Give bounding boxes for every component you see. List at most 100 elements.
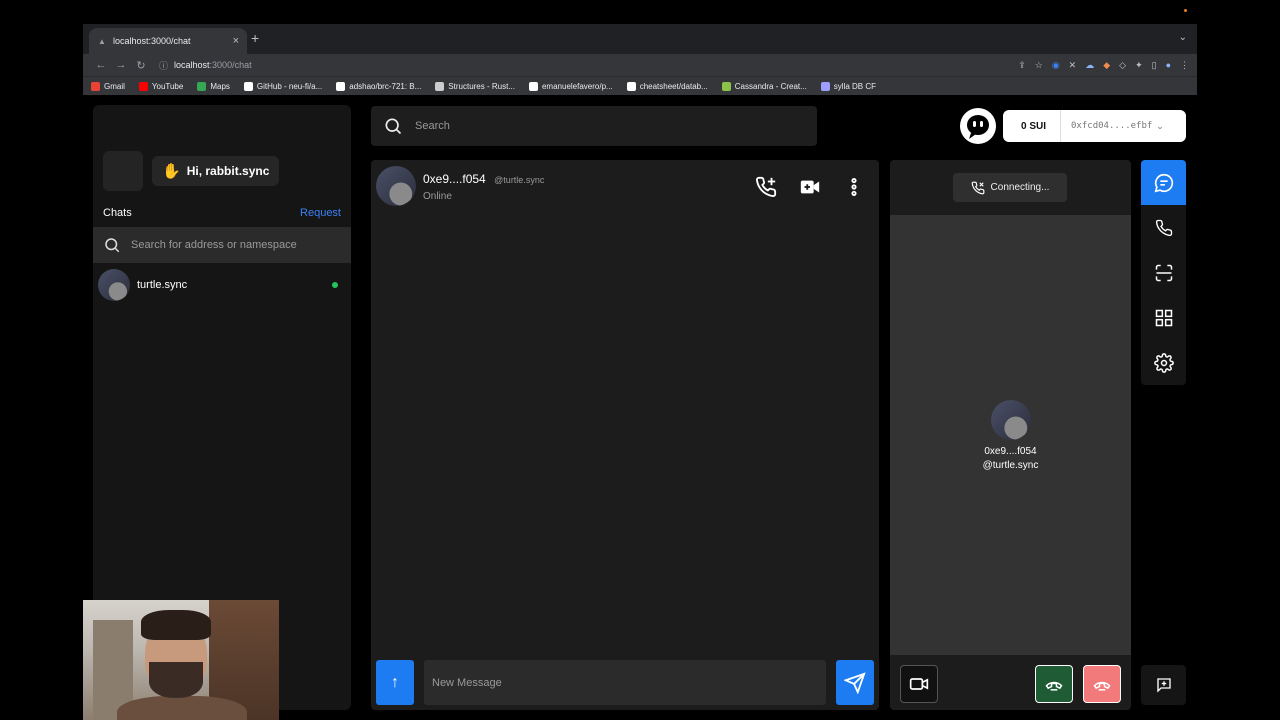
call-status-badge: Connecting... xyxy=(953,173,1067,202)
toggle-video-button[interactable] xyxy=(900,665,938,703)
callee-avatar xyxy=(990,400,1031,440)
webcam-person xyxy=(149,662,203,698)
bookmark-icon xyxy=(528,81,538,91)
contact-item[interactable]: turtle.sync xyxy=(98,269,344,301)
reload-icon[interactable]: ↻ xyxy=(131,59,151,72)
bookmark-icon xyxy=(91,81,100,91)
accept-call-button[interactable] xyxy=(1035,665,1073,703)
webcam-person xyxy=(141,610,211,640)
close-icon[interactable]: × xyxy=(233,35,239,47)
chat-panel: 0xe9....f054 @turtle.sync Online ↑ New M… xyxy=(371,160,879,710)
screen-dot xyxy=(1184,9,1187,12)
bookmark-item[interactable]: YouTube xyxy=(138,81,184,91)
bookmark-item[interactable]: Gmail xyxy=(91,81,125,91)
message-composer: ↑ New Message xyxy=(376,660,874,705)
info-icon: ⓘ xyxy=(159,60,169,71)
webcam-overlay xyxy=(83,600,279,720)
share-icon[interactable]: ⇪ xyxy=(1018,60,1026,71)
nav-chat[interactable] xyxy=(1141,160,1186,205)
wallet-button[interactable]: 0 SUI 0xfcd04....efbf ⌄ xyxy=(1003,110,1186,142)
bookmark-label: YouTube xyxy=(151,81,184,91)
profile-icon[interactable]: ● xyxy=(1166,60,1171,71)
phone-hangup-icon xyxy=(1093,681,1111,691)
menu-icon[interactable]: ⋮ xyxy=(1180,60,1189,71)
add-call-icon[interactable] xyxy=(751,172,781,202)
bookmark-label: sylla DB CF xyxy=(833,81,877,91)
back-icon[interactable]: ← xyxy=(91,59,111,71)
extension-icon[interactable]: ◇ xyxy=(1119,60,1126,71)
more-options-icon[interactable] xyxy=(839,172,869,202)
chat-actions xyxy=(751,172,869,202)
nav-scan[interactable] xyxy=(1141,250,1186,295)
chevron-down-icon[interactable]: ⌄ xyxy=(1179,32,1187,43)
bookmark-item[interactable]: cheatsheet/datab... xyxy=(626,81,708,91)
decline-call-button[interactable] xyxy=(1083,665,1121,703)
phone-icon xyxy=(1155,219,1172,236)
bookmark-icon xyxy=(336,81,346,91)
nav-calls[interactable] xyxy=(1141,205,1186,250)
request-link[interactable]: Request xyxy=(300,207,341,219)
nav-apps[interactable] xyxy=(1141,295,1186,340)
callee-name: 0xe9....f054 xyxy=(984,446,1037,457)
bookmark-item[interactable]: GitHub - neu-fi/a... xyxy=(243,81,322,91)
url-field[interactable]: ⓘ localhost:3000/chat xyxy=(159,59,1018,72)
extensions-area: ⇪ ☆ ◉ ✕ ☁ ◆ ◇ ✦ ▯ ● ⋮ xyxy=(1018,60,1189,71)
chat-header: 0xe9....f054 @turtle.sync Online xyxy=(376,166,544,206)
global-search-input[interactable]: Search xyxy=(371,106,817,146)
bookmark-label: Cassandra - Creat... xyxy=(734,81,807,91)
chat-handle: @turtle.sync xyxy=(494,175,545,185)
bookmark-item[interactable]: adshao/brc-721: B... xyxy=(336,81,422,91)
extension-icon[interactable]: ◆ xyxy=(1103,60,1110,71)
send-button[interactable] xyxy=(836,660,874,705)
call-controls xyxy=(890,665,1131,703)
puzzle-icon[interactable]: ✦ xyxy=(1135,60,1143,71)
address-bar: ← → ↻ ⓘ localhost:3000/chat ⇪ ☆ ◉ ✕ ☁ ◆ … xyxy=(83,54,1197,76)
chats-title: Chats xyxy=(103,207,132,219)
chats-header: Chats Request xyxy=(103,207,341,219)
bookmark-icon xyxy=(243,81,253,91)
avatar[interactable] xyxy=(103,151,143,191)
wallet-address: 0xfcd04....efbf xyxy=(1071,121,1153,131)
message-input[interactable]: New Message xyxy=(424,660,826,705)
gear-icon xyxy=(1153,352,1174,373)
sidepanel-icon[interactable]: ▯ xyxy=(1152,60,1157,71)
global-search-placeholder: Search xyxy=(415,120,450,132)
nav-settings[interactable] xyxy=(1141,340,1186,385)
phone-call-icon xyxy=(971,181,984,194)
bookmark-item[interactable]: emanuelefavero/p... xyxy=(528,81,613,91)
contact-name: turtle.sync xyxy=(137,279,188,291)
new-tab-icon[interactable]: + xyxy=(251,30,259,46)
url-host: localhost xyxy=(174,60,210,70)
extension-icon[interactable]: ☁ xyxy=(1085,60,1094,71)
wallet-balance: 0 SUI xyxy=(1003,110,1062,142)
call-panel: Connecting... 0xe9....f054 @turtle.sync xyxy=(890,160,1131,710)
wave-hand-icon: ✋ xyxy=(162,163,181,180)
send-icon xyxy=(844,671,866,694)
contact-search-input[interactable]: Search for address or namespace xyxy=(93,227,351,263)
bookmark-item[interactable]: Structures - Rust... xyxy=(435,81,515,91)
bookmarks-bar: Gmail YouTube Maps GitHub - neu-fi/a... adsh… xyxy=(83,76,1197,95)
bookmark-label: cheatsheet/datab... xyxy=(639,81,708,91)
url-path: :3000/chat xyxy=(209,60,252,70)
bookmark-label: Structures - Rust... xyxy=(448,81,515,91)
upload-button[interactable]: ↑ xyxy=(376,660,414,705)
profile: ✋ Hi, rabbit.sync xyxy=(103,151,280,191)
bookmark-item[interactable]: sylla DB CF xyxy=(820,81,877,91)
video-add-icon[interactable] xyxy=(795,172,825,202)
forward-icon[interactable]: → xyxy=(111,59,131,71)
bookmark-item[interactable]: Cassandra - Creat... xyxy=(721,81,807,91)
extension-icon[interactable]: ✕ xyxy=(1069,60,1077,71)
message-placeholder: New Message xyxy=(432,676,502,689)
online-indicator xyxy=(332,282,338,288)
browser-tab[interactable]: ▲ localhost:3000/chat × xyxy=(89,28,247,54)
callee-info: 0xe9....f054 @turtle.sync xyxy=(890,400,1131,471)
bookmark-label: emanuelefavero/p... xyxy=(541,81,613,91)
bookmark-label: adshao/brc-721: B... xyxy=(349,81,422,91)
bookmark-icon xyxy=(138,81,148,91)
nav-rail xyxy=(1141,160,1186,385)
new-chat-button[interactable] xyxy=(1141,665,1186,705)
extension-icon[interactable]: ◉ xyxy=(1052,60,1060,71)
greeting-chip: ✋ Hi, rabbit.sync xyxy=(152,156,280,186)
star-icon[interactable]: ☆ xyxy=(1035,60,1043,71)
bookmark-item[interactable]: Maps xyxy=(197,81,230,91)
